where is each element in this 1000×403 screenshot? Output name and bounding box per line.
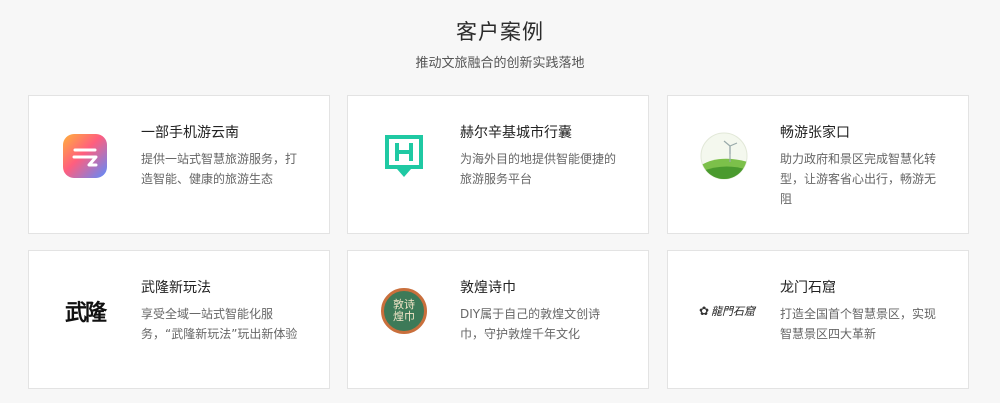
dunhuang-logo-text: 敦诗煌巾 [393,298,415,323]
case-description: DIY属于自己的敦煌文创诗巾，守护敦煌千年文化 [460,307,601,341]
case-description: 提供一站式智慧旅游服务，打造智能、健康的旅游生态 [141,152,298,186]
case-card-zhangjiakou[interactable]: 畅游张家口 助力政府和景区完成智慧化转型，让游客省心出行，畅游无阻 [667,95,969,234]
case-card-yunnan[interactable]: 一部手机游云南 提供一站式智慧旅游服务，打造智能、健康的旅游生态 [28,95,330,234]
case-description: 享受全域一站式智能化服务，“武隆新玩法”玩出新体验 [141,307,298,341]
case-description: 助力政府和景区完成智慧化转型，让游客省心出行，畅游无阻 [780,152,937,206]
case-card-helsinki[interactable]: 赫尔辛基城市行囊 为海外目的地提供智能便捷的旅游服务平台 [347,95,649,234]
case-card-wulong[interactable]: 武隆 武隆新玩法 享受全域一站式智能化服务，“武隆新玩法”玩出新体验 [28,250,330,389]
case-description: 打造全国首个智慧景区，实现智慧景区四大革新 [780,307,937,341]
dunhuang-seal-icon: 敦诗煌巾 [380,287,428,335]
zhangjiakou-windmill-icon [700,132,748,180]
longmen-calligraphy-icon: ✿ 龍門石窟 [692,287,762,335]
case-card-dunhuang[interactable]: 敦诗煌巾 敦煌诗巾 DIY属于自己的敦煌文创诗巾，守护敦煌千年文化 [347,250,649,389]
yunnan-app-icon [61,132,109,180]
wulong-logo-text: 武隆 [64,300,107,326]
case-description: 为海外目的地提供智能便捷的旅游服务平台 [460,152,617,186]
case-name: 赫尔辛基城市行囊 [460,125,572,141]
section-title: 客户案例 [456,20,544,44]
customer-cases-section: 客户案例 推动文旅融合的创新实践落地 一部手机游云南 提供一站式智慧旅游服务，打… [0,0,1000,403]
longmen-logo-text: 龍門石窟 [711,305,756,318]
helsinki-h-icon [380,132,428,180]
case-card-longmen[interactable]: ✿ 龍門石窟 龙门石窟 打造全国首个智慧景区，实现智慧景区四大革新 [667,250,969,389]
case-name: 一部手机游云南 [141,125,239,141]
case-name: 龙门石窟 [780,280,836,296]
case-name: 武隆新玩法 [141,280,211,296]
case-name: 畅游张家口 [780,125,850,141]
section-subtitle: 推动文旅融合的创新实践落地 [415,56,585,71]
wulong-calligraphy-icon: 武隆 [61,287,109,335]
longmen-emblem-icon: ✿ [698,304,710,318]
case-name: 敦煌诗巾 [460,280,516,296]
